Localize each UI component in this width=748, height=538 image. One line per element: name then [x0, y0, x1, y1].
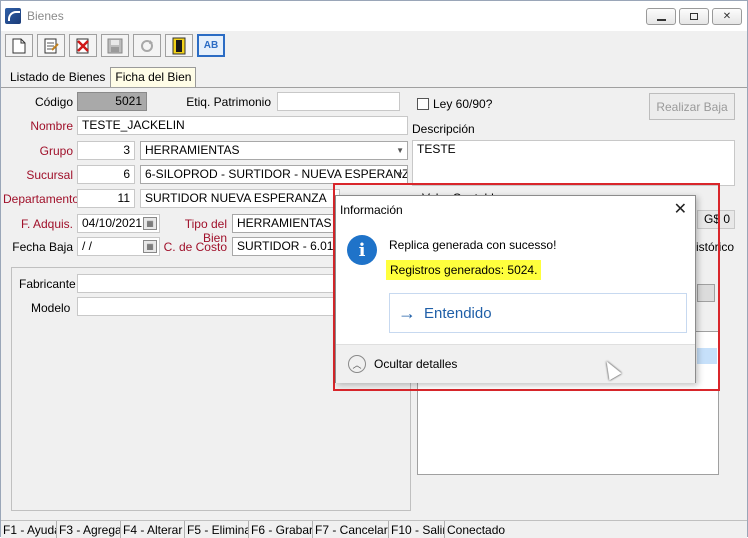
chevron-up-icon[interactable]: ︿: [348, 355, 366, 373]
delete-button[interactable]: [69, 34, 97, 57]
status-f1: F1 - Ayuda: [3, 521, 57, 538]
status-bar: F1 - Ayuda F3 - Agregar F4 - Alterar F5 …: [1, 520, 747, 538]
codigo-field[interactable]: 5021: [77, 92, 147, 111]
fadquis-label: F. Adquis.: [20, 217, 73, 231]
tab-divider: [1, 87, 747, 88]
fbaja-label: Fecha Baja: [12, 240, 73, 254]
spellcheck-icon: AB: [203, 40, 219, 51]
etiq-field[interactable]: [277, 92, 400, 111]
info-dialog: Información ✕ i Replica generada con suc…: [335, 195, 696, 383]
grupo-select-value: HERRAMIENTAS: [145, 143, 240, 157]
sucursal-label: Sucursal: [26, 168, 73, 182]
grupo-code-field[interactable]: 3: [77, 141, 135, 160]
arrow-right-icon: →: [398, 302, 416, 323]
sucursal-code-field[interactable]: 6: [77, 165, 135, 184]
dialog-message: Replica generada con sucesso!: [389, 238, 557, 252]
departamento-field[interactable]: SURTIDOR NUEVA ESPERANZA: [140, 189, 340, 208]
delete-icon: [76, 38, 89, 53]
fadquis-field[interactable]: 04/10/2021 ▦: [77, 214, 160, 233]
dialog-close-button[interactable]: ✕: [674, 199, 687, 219]
grupo-label: Grupo: [39, 144, 73, 158]
modelo-field[interactable]: [77, 297, 341, 316]
minimize-button[interactable]: [646, 8, 676, 25]
costo-select[interactable]: SURTIDOR - 6.01.1: [232, 237, 340, 256]
fbaja-field[interactable]: / / ▦: [77, 237, 160, 256]
departamento-label: Departamento: [3, 192, 80, 206]
status-connection: Conectado: [447, 523, 506, 537]
tab-bar: Listado de Bienes Ficha del Bien: [5, 67, 197, 87]
exit-button[interactable]: [165, 34, 193, 57]
descripcion-label: Descripción: [412, 122, 475, 136]
close-icon: ✕: [722, 11, 732, 22]
minimize-icon: [656, 18, 666, 21]
title-bar: Bienes ✕: [1, 1, 747, 31]
chevron-down-icon: ▼: [396, 146, 404, 155]
info-icon: i: [347, 235, 377, 265]
save-icon: [107, 38, 123, 53]
maximize-icon: [690, 13, 698, 20]
tab-ficha[interactable]: Ficha del Bien: [110, 67, 197, 87]
edit-button[interactable]: [37, 34, 65, 57]
fbaja-value: / /: [82, 239, 93, 253]
exit-icon: [172, 37, 186, 54]
close-button[interactable]: ✕: [712, 8, 742, 25]
chevron-down-icon: ▼: [396, 170, 404, 179]
hide-details-link[interactable]: Ocultar detalles: [374, 357, 457, 371]
nombre-field[interactable]: TESTE_JACKELIN: [77, 116, 408, 135]
status-f3: F3 - Agregar: [59, 521, 121, 538]
status-f4: F4 - Alterar: [121, 521, 185, 538]
fadquis-value: 04/10/2021: [82, 216, 143, 230]
spellcheck-button[interactable]: AB: [197, 34, 225, 57]
calendar-icon[interactable]: ▦: [143, 217, 157, 230]
refresh-icon: [141, 39, 153, 52]
fabricante-field[interactable]: [77, 274, 341, 293]
dialog-title: Información: [340, 203, 403, 217]
costo-label: C. de Costo: [163, 240, 227, 254]
dialog-footer: ︿ Ocultar detalles: [336, 344, 695, 383]
tipo-select[interactable]: HERRAMIENTAS: [232, 214, 340, 233]
toolbar: AB: [5, 34, 225, 58]
status-f5: F5 - Eliminar: [187, 521, 249, 538]
tab-listado[interactable]: Listado de Bienes: [5, 67, 110, 87]
descripcion-field[interactable]: TESTE: [412, 140, 735, 186]
ley-label: Ley 60/90?: [433, 97, 493, 111]
calendar-icon[interactable]: ▦: [143, 240, 157, 253]
departamento-code-field[interactable]: 11: [77, 189, 135, 208]
edit-icon: [44, 38, 59, 53]
maximize-button[interactable]: [679, 8, 709, 25]
window-title: Bienes: [27, 9, 64, 23]
modelo-label: Modelo: [31, 301, 71, 315]
status-f7: F7 - Cancelar: [315, 521, 389, 538]
etiq-label: Etiq. Patrimonio: [186, 95, 271, 109]
dialog-highlight-text: Registros generados: 5024.: [386, 260, 542, 280]
save-button[interactable]: [101, 34, 129, 57]
new-icon: [12, 38, 26, 53]
app-icon: [5, 8, 21, 24]
grupo-select[interactable]: HERRAMIENTAS ▼: [140, 141, 408, 160]
codigo-label: Código: [34, 95, 73, 109]
sucursal-select-value: 6-SILOPROD - SURTIDOR - NUEVA ESPERANZA: [145, 167, 408, 181]
realizar-baja-button[interactable]: Realizar Baja: [649, 93, 735, 120]
new-button[interactable]: [5, 34, 33, 57]
entendido-button[interactable]: → Entendido: [389, 293, 687, 333]
entendido-label: Entendido: [424, 304, 492, 322]
fabricante-label: Fabricante: [19, 277, 76, 291]
refresh-button[interactable]: [133, 34, 161, 57]
ley-checkbox[interactable]: [417, 98, 429, 110]
sucursal-select[interactable]: 6-SILOPROD - SURTIDOR - NUEVA ESPERANZA …: [140, 165, 408, 184]
nombre-label: Nombre: [30, 119, 73, 133]
status-f10: F10 - Salir: [391, 521, 445, 538]
status-f6: F6 - Grabar: [251, 521, 313, 538]
close-icon: ✕: [673, 201, 687, 218]
